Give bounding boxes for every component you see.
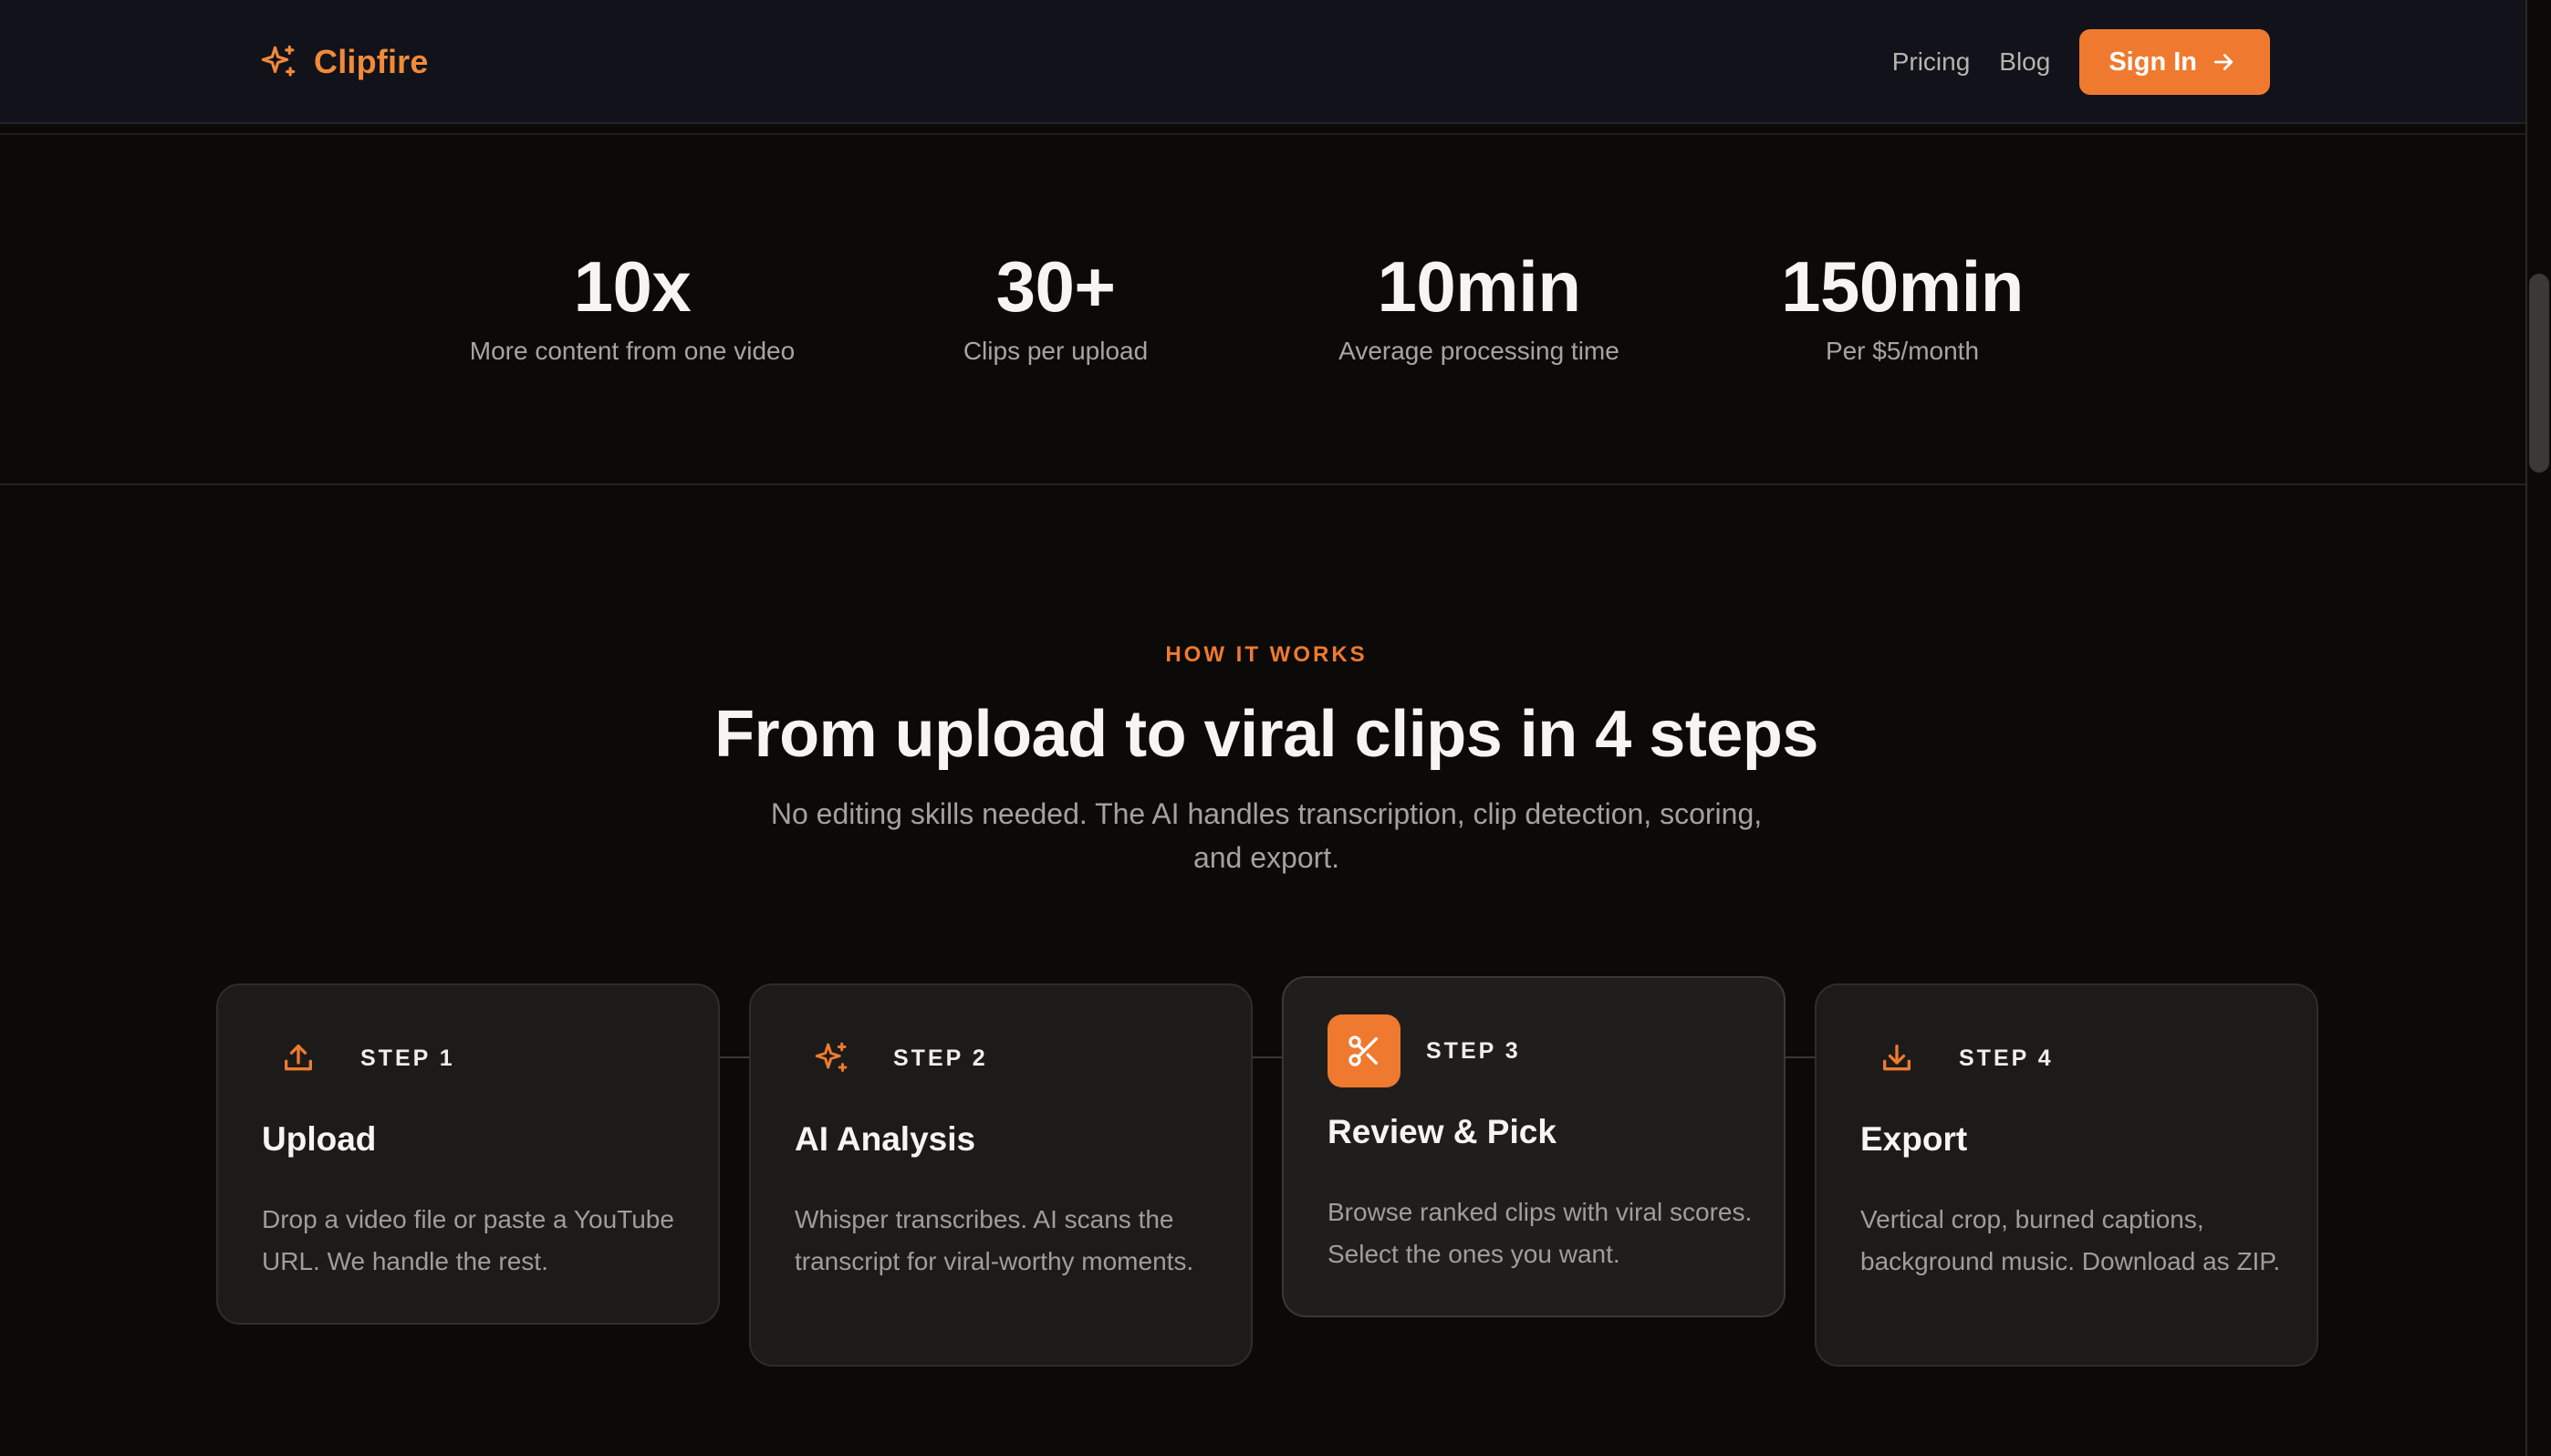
step-number: STEP 1 [360, 1045, 455, 1071]
nav-link-pricing[interactable]: Pricing [1892, 47, 1971, 77]
landing-page: Clipfire Pricing Blog Sign In 10x More c… [0, 0, 2551, 1456]
step-number: STEP 4 [1959, 1045, 2054, 1071]
step-description: Vertical crop, burned captions, backgrou… [1860, 1205, 2281, 1275]
upload-icon [285, 1045, 312, 1071]
step-title: Upload [262, 1120, 377, 1158]
step-card-ai-analysis[interactable]: STEP 2 AI Analysis Whisper transcribes. … [749, 983, 1253, 1367]
step-header: STEP 4 [1860, 1022, 2054, 1095]
section-eyebrow: HOW IT WORKS [1165, 642, 1368, 667]
stat-label: More content from one video [469, 337, 796, 365]
stat-value: 150min [1781, 246, 2024, 327]
stat-item: 30+ Clips per upload [846, 246, 1265, 367]
step-number: STEP 2 [893, 1045, 988, 1071]
step-card-review-pick[interactable]: STEP 3 Review & Pick Browse ranked clips… [1282, 976, 1786, 1317]
step-description: Browse ranked clips with viral scores. S… [1328, 1198, 1753, 1268]
stat-item: 150min Per $5/month [1692, 246, 2112, 367]
step-title: Export [1860, 1120, 1968, 1158]
stats-section: 10x More content from one video 30+ Clip… [0, 135, 2547, 485]
stat-label: Per $5/month [1825, 337, 1980, 365]
stat-value: 30+ [995, 246, 1116, 327]
step-icon-box [1328, 1014, 1400, 1087]
stat-value: 10x [573, 246, 692, 327]
step-connector [1251, 1056, 1282, 1058]
step-title: Review & Pick [1328, 1113, 1557, 1150]
section-subtitle: No editing skills needed. The AI handles… [770, 797, 1763, 874]
nav-links: Pricing Blog Sign In [1892, 29, 2270, 95]
sparkles-icon [815, 1042, 848, 1072]
sparkles-icon [261, 45, 296, 77]
stat-label: Average processing time [1338, 337, 1619, 365]
top-nav: Clipfire Pricing Blog Sign In [0, 0, 2547, 124]
brand-name: Clipfire [314, 43, 429, 80]
step-title: AI Analysis [795, 1120, 976, 1158]
scrollbar-track[interactable] [2525, 0, 2551, 1456]
sign-in-button[interactable]: Sign In [2079, 29, 2270, 95]
step-number: STEP 3 [1426, 1037, 1521, 1064]
step-description: Drop a video file or paste a YouTube URL… [262, 1205, 674, 1275]
download-icon [1883, 1045, 1911, 1071]
step-icon-box [262, 1022, 335, 1095]
scissors-icon [1348, 1035, 1378, 1066]
brand-logo[interactable]: Clipfire [259, 36, 429, 88]
step-connector [718, 1056, 749, 1058]
nav-link-blog[interactable]: Blog [1999, 47, 2050, 77]
step-card-export[interactable]: STEP 4 Export Vertical crop, burned capt… [1815, 983, 2318, 1367]
step-header: STEP 1 [262, 1022, 455, 1095]
step-icon-box [1860, 1022, 1933, 1095]
step-header: STEP 3 [1328, 1014, 1521, 1087]
stat-value: 10min [1377, 246, 1581, 327]
step-header: STEP 2 [795, 1022, 988, 1095]
stat-item: 10x More content from one video [422, 246, 842, 367]
step-description: Whisper transcribes. AI scans the transc… [795, 1205, 1194, 1275]
stat-label: Clips per upload [963, 337, 1149, 365]
scrollbar-thumb[interactable] [2529, 274, 2549, 473]
step-card-upload[interactable]: STEP 1 Upload Drop a video file or paste… [216, 983, 720, 1325]
step-icon-box [795, 1022, 868, 1095]
step-connector [1784, 1056, 1815, 1058]
section-title: From upload to viral clips in 4 steps [714, 698, 1818, 771]
sign-in-label: Sign In [2108, 47, 2197, 77]
arrow-right-icon [2213, 54, 2233, 70]
stat-item: 10min Average processing time [1269, 246, 1689, 367]
